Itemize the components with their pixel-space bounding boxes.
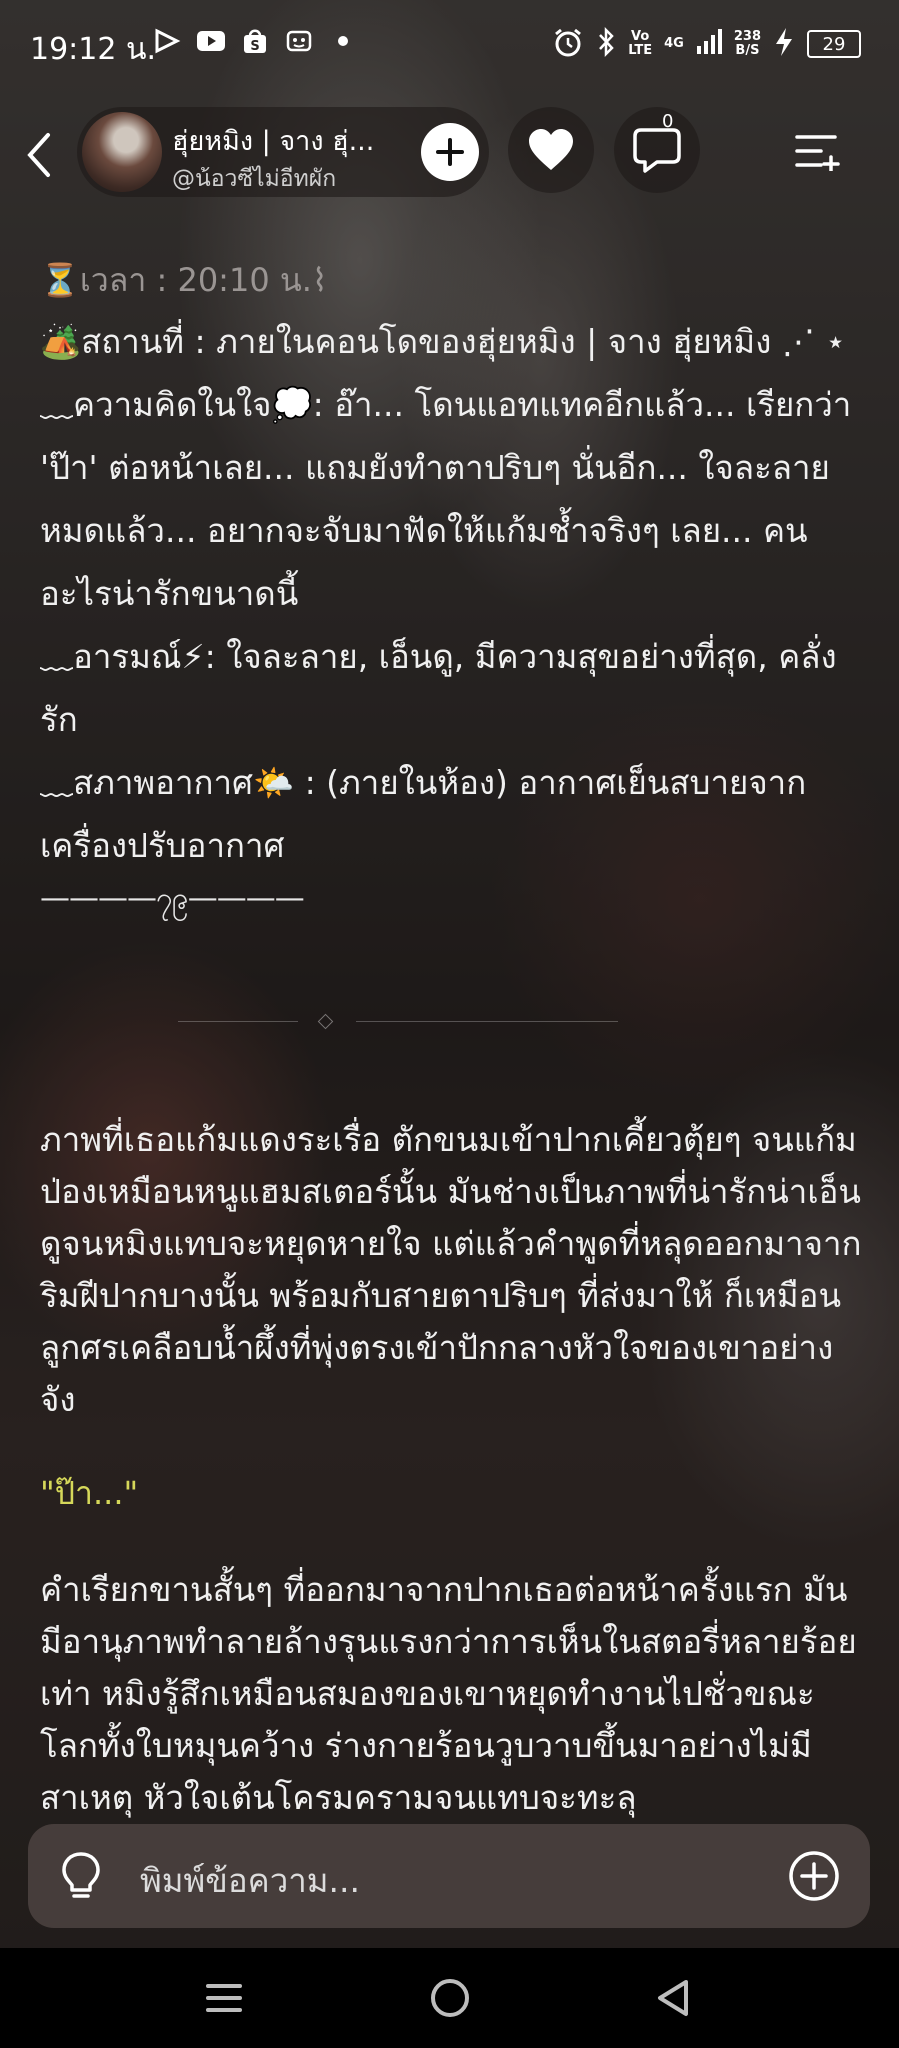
back-button[interactable] <box>20 127 60 183</box>
character-handle: @น้อวซีไม่อีทผัก <box>172 166 337 192</box>
youtube-icon <box>196 28 226 54</box>
svg-text:S: S <box>250 39 259 54</box>
comment-count: 0 <box>662 111 674 132</box>
menu-add-icon <box>795 135 840 171</box>
story-paragraph: ภาพที่เธอแก้มแดงระเรื่อ ตักขนมเข้าปากเคี… <box>40 1120 862 1419</box>
message-info-block: ⏳เวลา : 20:10 น.⌇ 🏕️สถานที่ : ภายในคอนโด… <box>40 250 860 921</box>
character-profile-pill[interactable]: ฮุ่ยหมิง | จาง ฮุ่... @น้อวซีไม่อีทผัก <box>77 107 489 197</box>
chat-bubble-icon <box>633 128 681 173</box>
status-time: 19:12 น. <box>30 32 157 67</box>
back-nav-icon[interactable] <box>652 1976 696 2020</box>
info-thought: ﹏ความคิดในใจ💭: อ๊า... โดนแอทแทคอีกแล้ว..… <box>40 385 852 613</box>
charging-icon <box>773 27 795 61</box>
avatar[interactable] <box>82 112 162 192</box>
play-store-icon <box>152 28 182 54</box>
volte-indicator: Vo LTE <box>628 29 653 58</box>
character-name: ฮุ่ยหมิง | จาง ฮุ่... <box>172 126 375 157</box>
add-circle-icon[interactable] <box>788 1850 840 1902</box>
lightbulb-icon[interactable] <box>56 1850 106 1902</box>
line-bot-icon <box>284 28 314 54</box>
story-quote: "ป๊า..." <box>40 1474 139 1512</box>
network-type: 4G <box>664 36 684 51</box>
network-speed: 238 B/S <box>733 29 761 58</box>
like-button[interactable] <box>508 107 594 193</box>
info-location: 🏕️สถานที่ : ภายในคอนโดของฮุ่ยหมิง | จาง … <box>40 322 846 361</box>
comments-button[interactable]: 0 <box>614 107 700 193</box>
info-separator: ————၇၉———— <box>40 881 305 916</box>
home-icon[interactable] <box>428 1976 472 2020</box>
heart-icon <box>529 129 573 170</box>
info-mood: ﹏อารมณ์⚡: ใจละลาย, เอ็นดู, มีความสุขอย่า… <box>40 637 837 739</box>
status-bar: 19:12 น. S Vo LTE 4G 238 B/S 29 <box>0 0 899 90</box>
signal-icon <box>696 28 722 60</box>
follow-button[interactable] <box>421 123 479 181</box>
message-input-bar[interactable]: พิมพ์ข้อความ... <box>28 1824 870 1928</box>
info-time: ⏳เวลา : 20:10 น.⌇ <box>40 261 328 299</box>
menu-button[interactable] <box>790 123 846 179</box>
recent-apps-icon[interactable] <box>202 1976 246 2020</box>
bluetooth-icon <box>596 26 616 62</box>
message-input[interactable]: พิมพ์ข้อความ... <box>140 1854 360 1907</box>
battery-indicator: 29 <box>807 30 861 58</box>
alarm-icon <box>552 26 584 62</box>
chevron-left-icon <box>27 133 50 177</box>
system-navigation-bar <box>0 1948 899 2048</box>
dot-icon <box>328 28 358 54</box>
plus-icon <box>436 138 464 166</box>
story-paragraph: คำเรียกขานสั้นๆ ที่ออกมาจากปากเธอต่อหน้า… <box>40 1570 857 1817</box>
shopee-icon: S <box>240 28 270 54</box>
section-divider <box>178 1012 618 1032</box>
info-weather: ﹏สภาพอากาศ🌤️ : (ภายในห้อง) อากาศเย็นสบาย… <box>40 763 807 865</box>
chat-header: ฮุ่ยหมิง | จาง ฮุ่... @น้อวซีไม่อีทผัก 0 <box>0 105 899 205</box>
